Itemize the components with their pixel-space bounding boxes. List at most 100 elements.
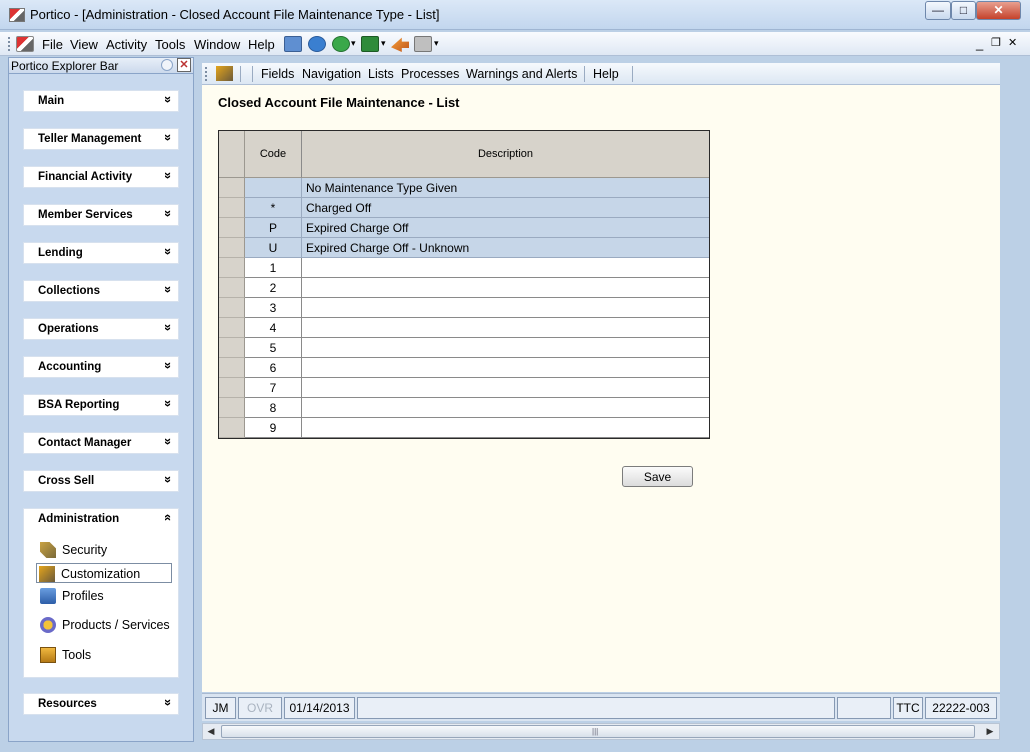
description-cell[interactable] bbox=[302, 418, 709, 438]
pin-icon[interactable] bbox=[161, 59, 173, 71]
close-explorer-icon[interactable]: ✕ bbox=[177, 58, 191, 72]
description-cell[interactable] bbox=[302, 298, 709, 318]
chevron-down-icon[interactable]: » bbox=[161, 362, 176, 369]
chevron-down-icon[interactable]: » bbox=[161, 438, 176, 445]
menu-fields[interactable]: Fields bbox=[261, 67, 294, 81]
menu-activity[interactable]: Activity bbox=[106, 37, 147, 52]
row-header[interactable] bbox=[219, 218, 245, 238]
description-cell[interactable] bbox=[302, 358, 709, 378]
doc-minimize-button[interactable]: _ bbox=[976, 36, 983, 51]
forward-arrow-icon[interactable] bbox=[391, 37, 409, 52]
description-cell[interactable] bbox=[302, 378, 709, 398]
row-header[interactable] bbox=[219, 358, 245, 378]
admin-item-security[interactable]: Security bbox=[38, 540, 178, 560]
maximize-button[interactable]: □ bbox=[951, 1, 976, 20]
menu-file[interactable]: File bbox=[42, 37, 63, 52]
minimize-button[interactable]: — bbox=[925, 1, 951, 20]
doc-close-button[interactable]: ✕ bbox=[1008, 36, 1017, 49]
code-cell[interactable]: 1 bbox=[245, 258, 302, 278]
table-row[interactable]: P Expired Charge Off bbox=[219, 218, 709, 238]
code-cell[interactable]: * bbox=[245, 198, 302, 218]
chevron-down-icon[interactable]: » bbox=[161, 172, 176, 179]
menu-help[interactable]: Help bbox=[248, 37, 275, 52]
horizontal-scrollbar[interactable]: ◀ ||| ▶ bbox=[202, 723, 1000, 740]
chevron-down-icon[interactable]: » bbox=[161, 476, 176, 483]
section-member-services[interactable]: Member Services » bbox=[23, 204, 179, 226]
customization-tool-icon[interactable] bbox=[216, 66, 233, 81]
transfer-icon[interactable] bbox=[308, 36, 326, 52]
chevron-down-icon[interactable]: » bbox=[161, 210, 176, 217]
section-operations[interactable]: Operations » bbox=[23, 318, 179, 340]
description-cell[interactable] bbox=[302, 258, 709, 278]
table-row[interactable]: 8 bbox=[219, 398, 709, 418]
chevron-down-icon[interactable]: » bbox=[161, 699, 176, 706]
description-cell[interactable] bbox=[302, 338, 709, 358]
admin-item-products-services[interactable]: Products / Services bbox=[38, 615, 178, 635]
column-header-description[interactable]: Description bbox=[302, 131, 709, 178]
table-row[interactable]: U Expired Charge Off - Unknown bbox=[219, 238, 709, 258]
row-header[interactable] bbox=[219, 298, 245, 318]
code-cell[interactable] bbox=[245, 178, 302, 198]
section-contact-manager[interactable]: Contact Manager » bbox=[23, 432, 179, 454]
chevron-down-icon[interactable]: » bbox=[161, 324, 176, 331]
menu-warnings-alerts[interactable]: Warnings and Alerts bbox=[466, 67, 577, 81]
table-row[interactable]: 5 bbox=[219, 338, 709, 358]
member-inquiry-icon[interactable] bbox=[284, 36, 302, 52]
table-row[interactable]: 6 bbox=[219, 358, 709, 378]
menu-window[interactable]: Window bbox=[194, 37, 240, 52]
code-cell[interactable]: 8 bbox=[245, 398, 302, 418]
dollar-icon[interactable] bbox=[332, 36, 350, 52]
section-lending[interactable]: Lending » bbox=[23, 242, 179, 264]
table-row[interactable]: 9 bbox=[219, 418, 709, 438]
table-row[interactable]: 2 bbox=[219, 278, 709, 298]
section-administration[interactable]: Administration « bbox=[23, 508, 179, 530]
scroll-left-icon[interactable]: ◀ bbox=[204, 725, 218, 738]
menu-view[interactable]: View bbox=[70, 37, 98, 52]
cash-icon[interactable] bbox=[361, 36, 379, 52]
row-header[interactable] bbox=[219, 318, 245, 338]
scroll-right-icon[interactable]: ▶ bbox=[983, 725, 997, 738]
description-cell[interactable]: Expired Charge Off - Unknown bbox=[302, 238, 709, 258]
printer-icon[interactable] bbox=[414, 36, 432, 52]
section-bsa-reporting[interactable]: BSA Reporting » bbox=[23, 394, 179, 416]
description-cell[interactable] bbox=[302, 278, 709, 298]
table-row[interactable]: 3 bbox=[219, 298, 709, 318]
chevron-down-icon[interactable]: » bbox=[161, 248, 176, 255]
code-cell[interactable]: 9 bbox=[245, 418, 302, 438]
chevron-down-icon[interactable]: » bbox=[161, 286, 176, 293]
code-cell[interactable]: 7 bbox=[245, 378, 302, 398]
section-accounting[interactable]: Accounting » bbox=[23, 356, 179, 378]
section-resources[interactable]: Resources » bbox=[23, 693, 179, 715]
row-header[interactable] bbox=[219, 398, 245, 418]
code-cell[interactable]: U bbox=[245, 238, 302, 258]
scroll-thumb[interactable]: ||| bbox=[221, 725, 975, 738]
chevron-down-icon[interactable]: » bbox=[161, 96, 176, 103]
code-cell[interactable]: 6 bbox=[245, 358, 302, 378]
description-cell[interactable]: Charged Off bbox=[302, 198, 709, 218]
section-cross-sell[interactable]: Cross Sell » bbox=[23, 470, 179, 492]
section-teller-management[interactable]: Teller Management » bbox=[23, 128, 179, 150]
doc-restore-button[interactable]: ❐ bbox=[991, 36, 1001, 49]
dropdown-arrow-icon[interactable]: ▾ bbox=[351, 38, 356, 49]
description-cell[interactable] bbox=[302, 398, 709, 418]
table-row[interactable]: * Charged Off bbox=[219, 198, 709, 218]
row-header[interactable] bbox=[219, 198, 245, 218]
close-window-button[interactable]: ✕ bbox=[976, 1, 1021, 20]
section-main[interactable]: Main » bbox=[23, 90, 179, 112]
section-financial-activity[interactable]: Financial Activity » bbox=[23, 166, 179, 188]
table-row[interactable]: 1 bbox=[219, 258, 709, 278]
description-cell[interactable]: No Maintenance Type Given bbox=[302, 178, 709, 198]
row-header[interactable] bbox=[219, 238, 245, 258]
dropdown-arrow-icon[interactable]: ▾ bbox=[434, 38, 439, 49]
menu-processes[interactable]: Processes bbox=[401, 67, 459, 81]
portico-menu-icon[interactable] bbox=[16, 36, 34, 52]
save-button[interactable]: Save bbox=[622, 466, 693, 487]
admin-item-profiles[interactable]: Profiles bbox=[38, 586, 178, 606]
row-header[interactable] bbox=[219, 338, 245, 358]
row-header[interactable] bbox=[219, 278, 245, 298]
admin-item-customization[interactable]: Customization bbox=[36, 563, 172, 583]
row-header[interactable] bbox=[219, 418, 245, 438]
code-cell[interactable]: P bbox=[245, 218, 302, 238]
menu-lists[interactable]: Lists bbox=[368, 67, 394, 81]
code-cell[interactable]: 3 bbox=[245, 298, 302, 318]
